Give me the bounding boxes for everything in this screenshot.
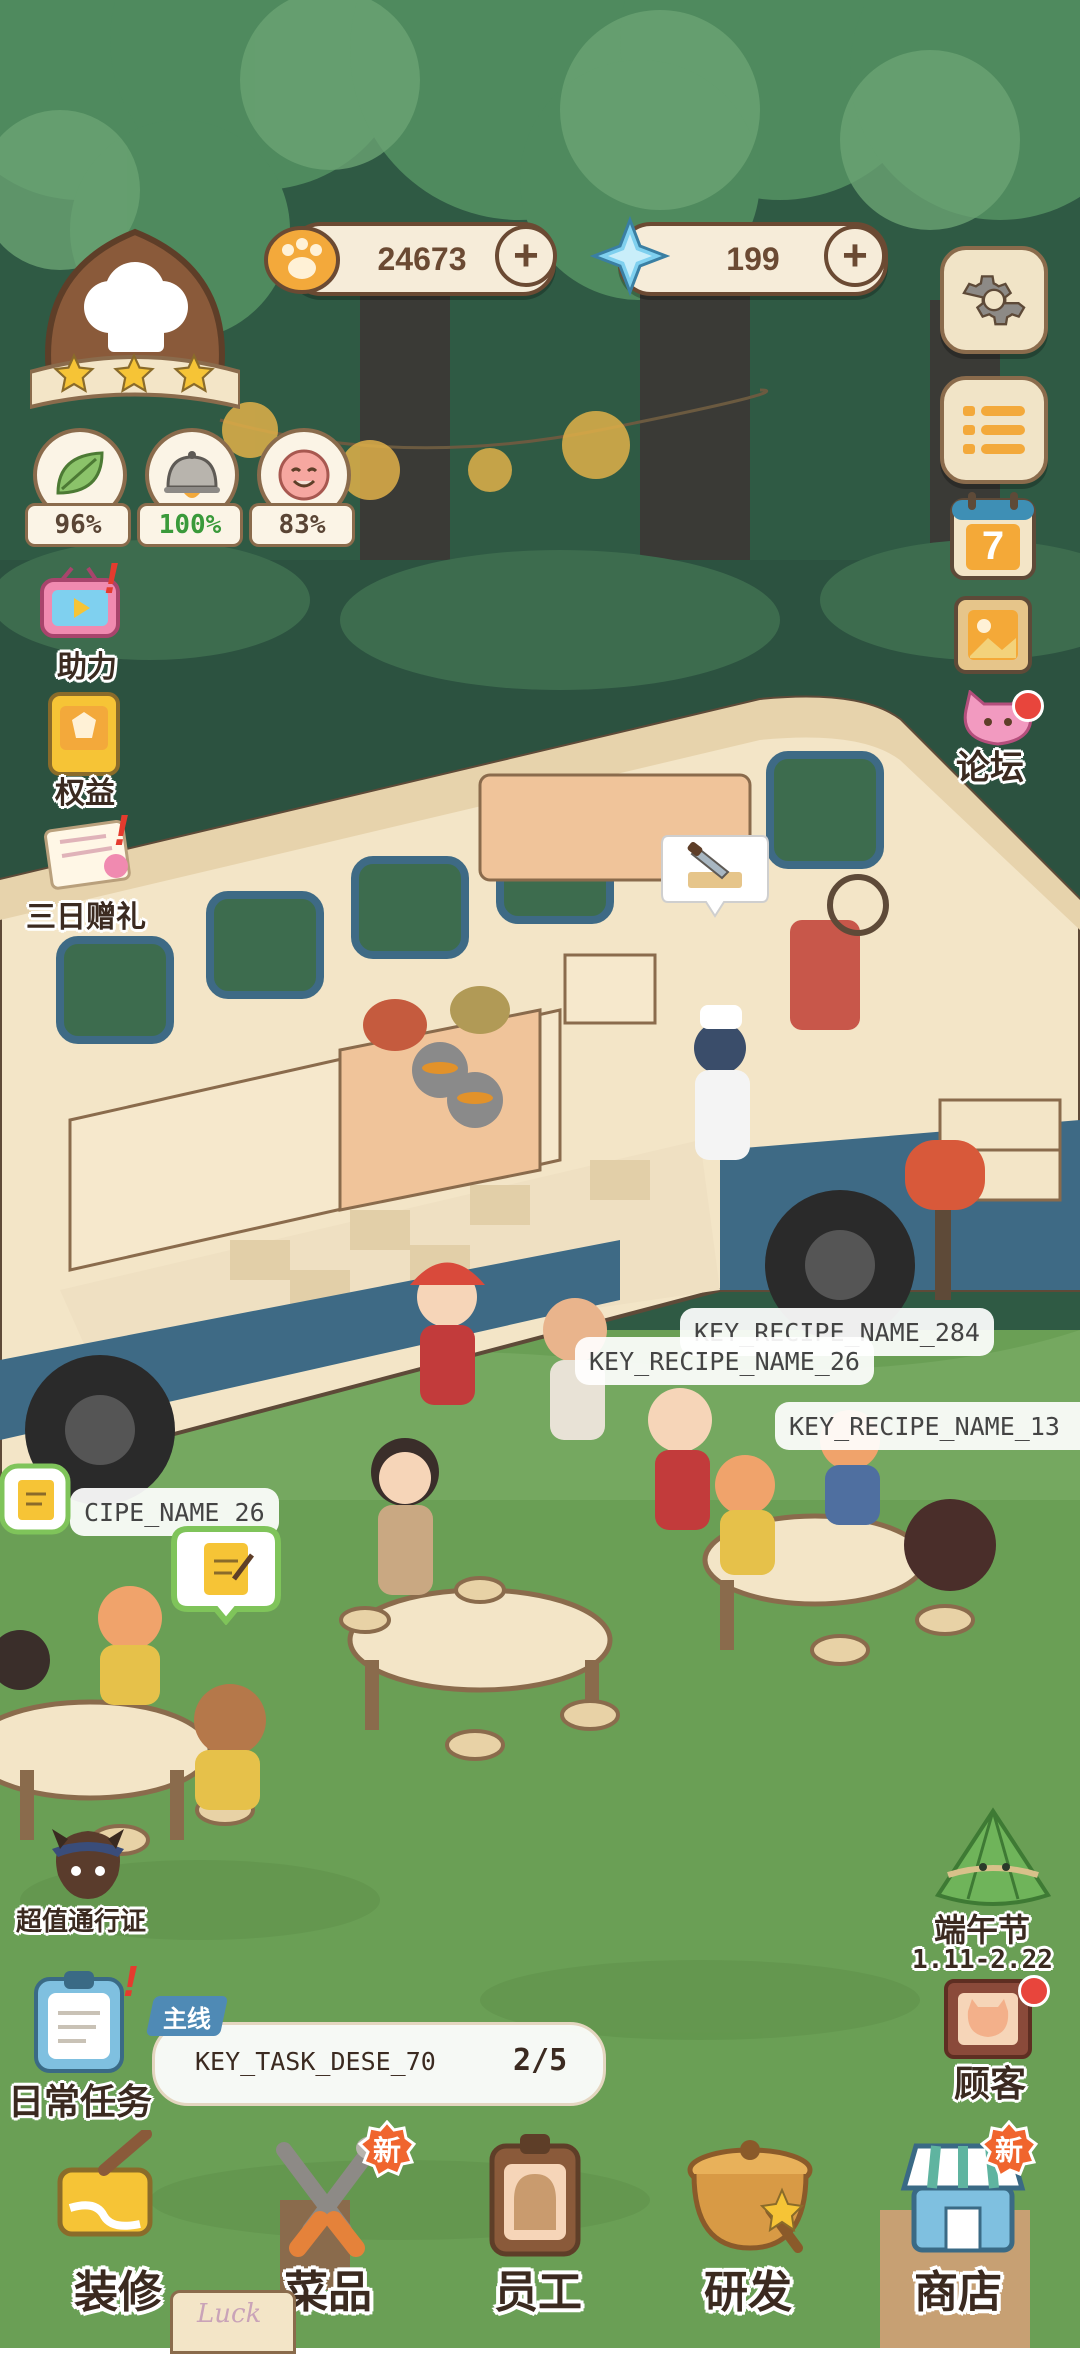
rank-stars [44, 352, 224, 402]
benefits-label: 权益 [55, 777, 115, 810]
three-day-gift-button[interactable]: ! 三日赠礼 [16, 806, 166, 942]
customer-character [648, 1388, 712, 1530]
gear-icon [962, 275, 1026, 326]
recipe-bubble: KEY_RECIPE_NAME_26 [575, 1337, 874, 1385]
daily-tasks-label: 日常任务 [8, 2081, 153, 2122]
lucky-booth-text: Luck [197, 2299, 262, 2329]
nav-decorate[interactable]: 装修 [40, 2120, 190, 2320]
boost-alert-icon: ! [104, 554, 119, 603]
nav-research[interactable]: 研发 [670, 2120, 830, 2320]
shop-new-text: 新 [994, 2135, 1023, 2166]
quest-progress: 2/5 [513, 2043, 568, 2078]
stat-service-value: 100% [137, 503, 243, 547]
leaf-icon [56, 451, 104, 495]
order-note-icon [0, 1463, 71, 1535]
nav-shop[interactable]: 新 商店 [880, 2120, 1050, 2320]
nav-research-label: 研发 [704, 2268, 792, 2317]
main-quest-panel[interactable]: KEY_TASK_DESE_70 2/5 [152, 2022, 606, 2106]
customer-character [904, 1499, 996, 1591]
nav-staff-label: 员工 [494, 2268, 582, 2317]
boost-label: 助力 [57, 651, 117, 684]
customers-button[interactable]: 顾客 [930, 1975, 1050, 2105]
star-icon [113, 353, 155, 393]
daily-tasks-alert-icon: ! [123, 1957, 138, 2006]
stat-satisfaction-value: 83% [249, 503, 355, 547]
detective-dog-icon [52, 1829, 124, 1899]
event-dates: 1.11-2.22 [912, 1945, 1053, 1975]
dishes-new-text: 新 [372, 2135, 401, 2166]
gem-icon [589, 215, 671, 301]
customer-character [371, 1438, 439, 1595]
main-quest-tag-text: 主线 [163, 2005, 211, 2033]
customer-character [410, 1262, 485, 1405]
star-icon [173, 353, 215, 393]
boost-button[interactable]: ! 助力 [22, 554, 142, 684]
gift-alert-icon: ! [114, 806, 129, 855]
calendar-day: 7 [981, 524, 1005, 568]
order-note-icon [171, 1526, 281, 1626]
order-note-bubble[interactable] [0, 1462, 72, 1548]
add-coins-button[interactable]: + [495, 225, 557, 287]
customer-character [715, 1455, 775, 1575]
restaurant-rank-badge[interactable] [28, 212, 242, 422]
add-gems-button[interactable]: + [824, 225, 886, 287]
quest-text: KEY_TASK_DESE_70 [195, 2047, 436, 2076]
forum-label: 论坛 [956, 749, 1024, 787]
menu-list-button[interactable] [940, 376, 1048, 484]
service-cloche-icon [164, 451, 220, 498]
paint-roller-icon [57, 2130, 153, 2237]
settings-button[interactable] [940, 246, 1048, 354]
cooking-pot-icon [687, 2140, 813, 2253]
happy-face-icon [278, 449, 330, 501]
clipboard-icon [34, 1971, 124, 2073]
daily-checkin-calendar[interactable]: 7 [948, 490, 1038, 582]
daily-tasks-button[interactable]: ! 日常任务 [8, 1957, 168, 2125]
star-icon [53, 353, 95, 393]
list-icon [963, 406, 1025, 454]
staff-badge-icon [489, 2134, 581, 2257]
stat-ingredients-value: 96% [25, 503, 131, 547]
main-quest-tag: 主线 [145, 1996, 229, 2036]
shop-new-badge: 新 [980, 2120, 1038, 2178]
chopping-knife-icon [661, 835, 769, 918]
paw-coin-icon [262, 220, 342, 301]
customers-label: 顾客 [954, 2063, 1027, 2104]
dishes-new-badge: 新 [358, 2120, 416, 2178]
recipe-bubble: KEY_RECIPE_NAME_13 [775, 1402, 1080, 1450]
nav-staff[interactable]: 员工 [460, 2120, 610, 2320]
premium-pass-label: 超值通行证 [16, 1906, 147, 1936]
photo-album-button[interactable] [952, 594, 1034, 676]
nav-dishes-label: 菜品 [284, 2268, 372, 2317]
gift-letter-icon [44, 819, 131, 890]
lucky-booth: Luck [170, 2290, 296, 2354]
forum-button[interactable]: 论坛 [948, 690, 1048, 790]
nav-shop-label: 商店 [914, 2268, 1002, 2317]
zongzi-icon [934, 1807, 1052, 1906]
three-day-gift-label: 三日赠礼 [26, 901, 146, 934]
customers-notification-dot [1018, 1975, 1050, 2007]
premium-pass-button[interactable]: 超值通行证 [10, 1815, 170, 1936]
photo-album-icon [954, 596, 1032, 674]
order-note-bubble[interactable] [170, 1525, 282, 1626]
nav-decorate-label: 装修 [74, 2268, 162, 2317]
benefits-button[interactable]: 权益 [22, 690, 142, 810]
chef-order-bubble[interactable] [658, 826, 772, 922]
forum-notification-dot [1012, 690, 1044, 722]
